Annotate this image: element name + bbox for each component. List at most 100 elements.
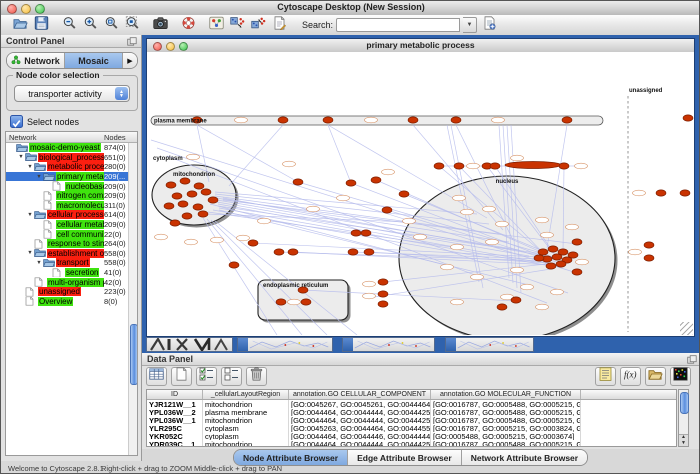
- tree-row[interactable]: cell communicat22(0): [6, 229, 137, 239]
- zoom-in-button[interactable]: [81, 17, 99, 34]
- tree-row[interactable]: cellular metabol209(0): [6, 220, 137, 230]
- float-panel-icon[interactable]: [687, 355, 697, 366]
- tree-row[interactable]: ▼biological_process651(0): [6, 153, 137, 163]
- status-bar: Welcome to Cytoscape 2.8.1 Right-click +…: [1, 462, 700, 474]
- svg-text:plasma membrane: plasma membrane: [154, 119, 207, 125]
- minimized-window-titlebar[interactable]: [343, 338, 353, 351]
- tree-node-label: cell communicat: [56, 230, 104, 239]
- minimized-network-window[interactable]: [237, 337, 333, 352]
- expander-icon[interactable]: ▼: [35, 174, 43, 180]
- tree-row[interactable]: ▼cellular process614(0): [6, 210, 137, 220]
- table-row[interactable]: YPL036W__1mitochondrion[GO:0044464, GO:0…: [147, 416, 676, 424]
- search-dropdown-arrow-icon[interactable]: ▼: [463, 17, 477, 33]
- notes-button[interactable]: [595, 367, 616, 386]
- vizmapper-button[interactable]: [207, 17, 225, 34]
- tree-row[interactable]: nitrogen compo209(0): [6, 191, 137, 201]
- function-button[interactable]: f(x): [620, 367, 641, 386]
- resize-grip[interactable]: [680, 322, 693, 335]
- select-nodes-checkbox[interactable]: [10, 115, 23, 128]
- network-view-window[interactable]: primary metabolic process plasma membran…: [146, 38, 695, 337]
- tree-row[interactable]: nucleobase-209(0): [6, 181, 137, 191]
- expander-icon[interactable]: ▼: [26, 250, 34, 256]
- column-header[interactable]: ID: [147, 390, 203, 399]
- float-panel-icon[interactable]: [127, 37, 137, 48]
- scrollbar-arrows-icon[interactable]: ▲▼: [679, 434, 688, 446]
- tree-row[interactable]: multi-organism pro42(0): [6, 277, 137, 287]
- select-to-network-button[interactable]: [249, 17, 267, 34]
- table-cell: [GO:0045263, GO:0044464, GO:0044455, G..…: [289, 424, 431, 432]
- tree-row[interactable]: secretion41(0): [6, 268, 137, 278]
- tree-row[interactable]: macromolecule311(0): [6, 201, 137, 211]
- tree-row[interactable]: ▼establishment of lo558(0): [6, 249, 137, 259]
- select-attributes-button[interactable]: [196, 367, 217, 386]
- help-ring-button[interactable]: [179, 17, 197, 34]
- search-input[interactable]: [336, 18, 460, 32]
- save-button[interactable]: [32, 17, 50, 34]
- select-from-network-button[interactable]: [228, 17, 246, 34]
- tab-network[interactable]: Network: [7, 53, 65, 68]
- zoom-in-icon: [83, 16, 98, 35]
- tree-row[interactable]: ▼primary metabol209(...: [6, 172, 137, 182]
- unselect-attributes-button[interactable]: [221, 367, 242, 386]
- zoom-selected-button[interactable]: [102, 17, 120, 34]
- tree-row[interactable]: ▼transport558(0): [6, 258, 137, 268]
- minimized-window-titlebar[interactable]: [446, 338, 456, 351]
- table-scrollbar[interactable]: ▲▼: [678, 389, 689, 447]
- column-header[interactable]: annotation.GO CELLULAR_COMPONENT: [289, 390, 431, 399]
- tree-row[interactable]: ▼metabolic process280(0): [6, 162, 137, 172]
- table-scrollbar-thumb[interactable]: [680, 392, 689, 414]
- delete-attributes-button[interactable]: [246, 367, 267, 386]
- network-view-titlebar[interactable]: primary metabolic process: [147, 39, 694, 53]
- table-header-row[interactable]: ID_cellularLayoutRegionannotation.GO CEL…: [147, 390, 676, 400]
- folder-icon: [43, 258, 56, 268]
- table-cell: [GO:0016787, GO:0005488, GO:0005215, G..…: [431, 400, 581, 408]
- search-config-button[interactable]: [480, 17, 498, 34]
- tree-header[interactable]: Network Nodes: [6, 132, 137, 143]
- open-button[interactable]: [11, 17, 29, 34]
- attribute-table-button[interactable]: [146, 367, 167, 386]
- table-row[interactable]: YDR039C__1mitochondrion[GO:0044464, GO:0…: [147, 440, 676, 447]
- tab-overflow-arrow-icon[interactable]: ▶: [123, 53, 137, 68]
- tab-mosaic[interactable]: Mosaic: [65, 53, 123, 68]
- table-row[interactable]: YJR121W__1mitochondrion[GO:0045267, GO:0…: [147, 400, 676, 408]
- column-header[interactable]: _cellularLayoutRegion: [203, 390, 289, 399]
- annotation-button[interactable]: [270, 17, 288, 34]
- group-label: Node color selection: [13, 70, 103, 80]
- network-canvas[interactable]: plasma membranecytoplasmmitochondrionnuc…: [147, 52, 694, 336]
- tree-scrollbar-thumb[interactable]: [130, 324, 138, 385]
- combo-stepper-icon[interactable]: ▲▼: [115, 87, 128, 100]
- table-row[interactable]: YKR052Ccytoplasm[GO:0044464, GO:0044446,…: [147, 432, 676, 440]
- select-from-network-icon: [230, 16, 245, 35]
- zoom-out-button[interactable]: [60, 17, 78, 34]
- expander-icon[interactable]: ▼: [35, 260, 43, 266]
- table-row[interactable]: YLR295Ccytoplasm[GO:0045263, GO:0044464,…: [147, 424, 676, 432]
- new-attribute-icon: [174, 367, 189, 386]
- minimized-network-window[interactable]: [445, 337, 534, 352]
- tree-row[interactable]: unassigned223(0): [6, 287, 137, 297]
- tree-row[interactable]: response to stimulu264(0): [6, 239, 137, 249]
- new-attribute-button[interactable]: [171, 367, 192, 386]
- table-cell: YJR121W__1: [147, 400, 203, 408]
- window-title: Cytoscape Desktop (New Session): [1, 2, 700, 12]
- minimized-window-titlebar[interactable]: [238, 338, 248, 351]
- tree-scrollbar[interactable]: [128, 143, 137, 455]
- tree-row[interactable]: mosaic-demo-yeast874(0): [6, 143, 137, 153]
- column-header[interactable]: annotation.GO MOLECULAR_FUNCTION: [431, 390, 581, 399]
- expander-icon[interactable]: ▼: [26, 212, 34, 218]
- attribute-table[interactable]: ID_cellularLayoutRegionannotation.GO CEL…: [146, 389, 677, 447]
- expander-icon[interactable]: ▼: [26, 164, 34, 170]
- tree-row[interactable]: Overview8(0): [6, 297, 137, 307]
- node-color-selection-group: Node color selection transporter activit…: [6, 75, 138, 111]
- snapshot-button[interactable]: [151, 17, 169, 34]
- import-button[interactable]: [645, 367, 666, 386]
- minimized-network-window[interactable]: [146, 337, 233, 352]
- expander-icon[interactable]: ▼: [17, 154, 25, 160]
- node-color-dropdown[interactable]: transporter activity ▲▼: [14, 85, 130, 102]
- network-view-title: primary metabolic process: [147, 40, 694, 50]
- minimized-network-window[interactable]: [342, 337, 435, 352]
- matrix-button[interactable]: [670, 367, 691, 386]
- window-titlebar[interactable]: Cytoscape Desktop (New Session): [1, 1, 700, 16]
- table-row[interactable]: YPL036W__2plasma membrane[GO:0044464, GO…: [147, 408, 676, 416]
- page-icon: [25, 297, 38, 307]
- zoom-fit-button[interactable]: [123, 17, 141, 34]
